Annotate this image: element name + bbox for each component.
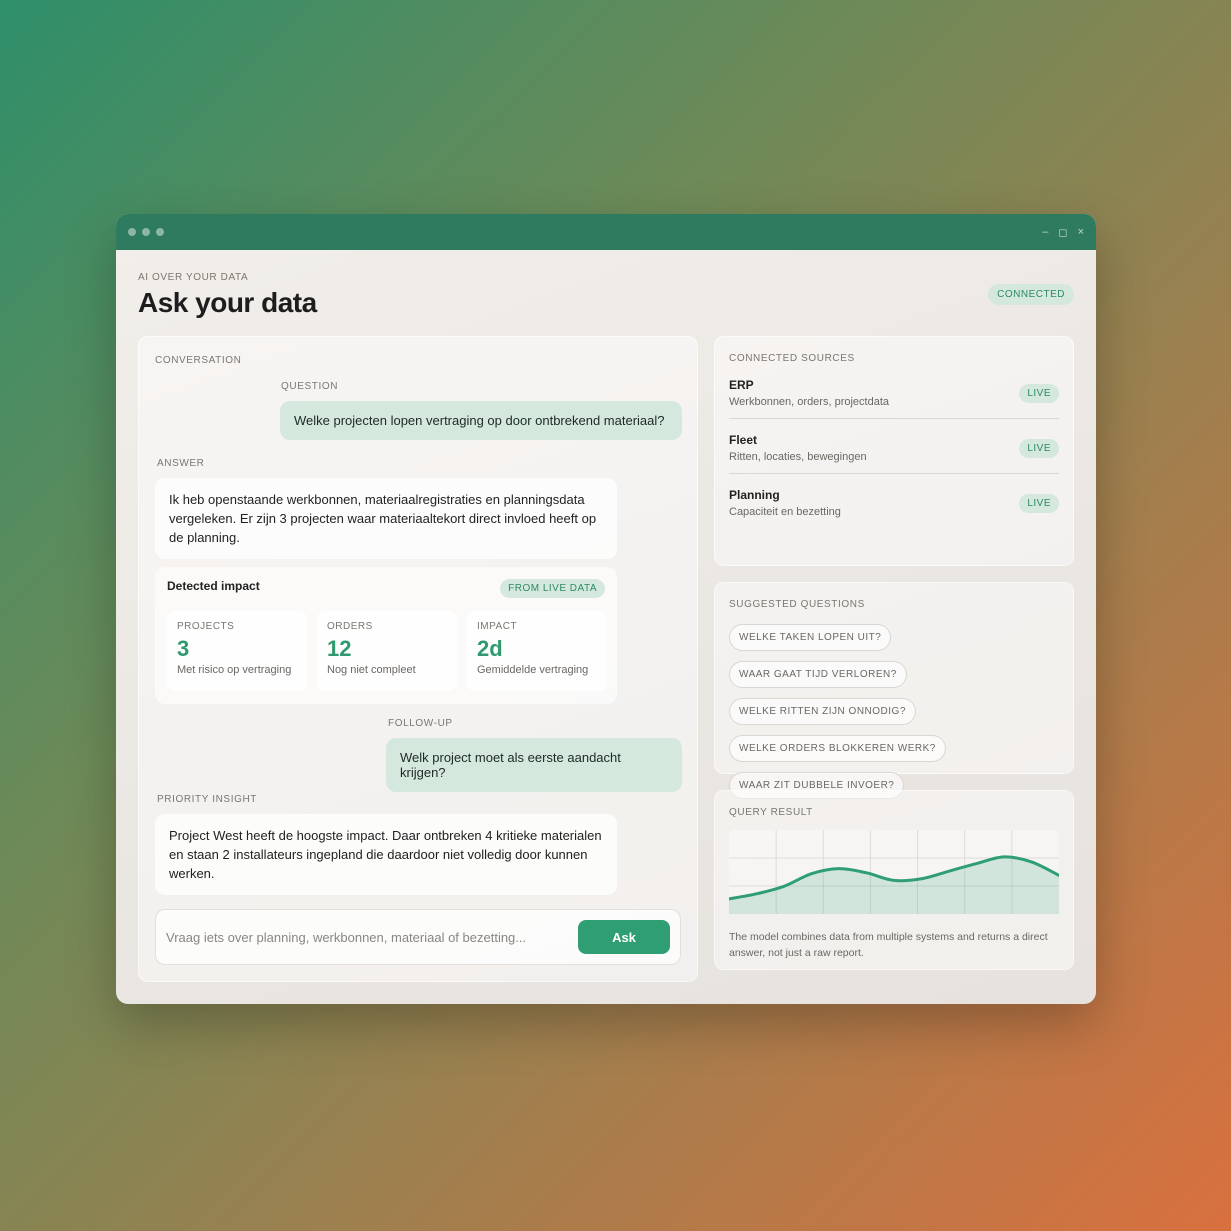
suggestions-label: SUGGESTED QUESTIONS bbox=[729, 599, 865, 610]
stat-impact: IMPACT 2d Gemiddelde vertraging bbox=[467, 611, 607, 691]
answer-bubble: Ik heb openstaande werkbonnen, materiaal… bbox=[155, 478, 617, 559]
window-controls: – ◻ × bbox=[1042, 226, 1084, 239]
maximize-icon[interactable]: ◻ bbox=[1058, 226, 1067, 239]
query-result-label: QUERY RESULT bbox=[729, 807, 813, 818]
question-label: QUESTION bbox=[281, 381, 339, 392]
source-item-planning[interactable]: Planning Capaciteit en bezetting LIVE bbox=[729, 474, 1059, 518]
live-badge: LIVE bbox=[1019, 493, 1059, 513]
insight-label: PRIORITY INSIGHT bbox=[157, 794, 257, 805]
conversation-panel: CONVERSATION QUESTION Welke projecten lo… bbox=[138, 336, 698, 982]
source-item-erp[interactable]: ERP Werkbonnen, orders, projectdata LIVE bbox=[729, 364, 1059, 419]
live-data-badge: FROM LIVE DATA bbox=[500, 579, 605, 598]
window-dot-icon[interactable] bbox=[128, 228, 136, 236]
suggestion-chip[interactable]: WAAR GAAT TIJD VERLOREN? bbox=[729, 661, 907, 688]
ask-bar: Ask bbox=[155, 909, 681, 965]
answer-label: ANSWER bbox=[157, 458, 205, 469]
suggestion-chip[interactable]: WELKE TAKEN LOPEN UIT? bbox=[729, 624, 892, 651]
window-dot-icon[interactable] bbox=[156, 228, 164, 236]
followup-bubble: Welk project moet als eerste aandacht kr… bbox=[386, 738, 682, 792]
stat-label: PROJECTS bbox=[177, 621, 235, 632]
conversation-label: CONVERSATION bbox=[155, 355, 242, 366]
suggestion-chips: WELKE TAKEN LOPEN UIT? WAAR GAAT TIJD VE… bbox=[729, 624, 1059, 799]
question-bubble: Welke projecten lopen vertraging op door… bbox=[280, 401, 682, 440]
sources-label: CONNECTED SOURCES bbox=[729, 353, 855, 364]
app-window: – ◻ × AI OVER YOUR DATA Ask your data CO… bbox=[116, 214, 1096, 1004]
stat-label: ORDERS bbox=[327, 621, 373, 632]
live-badge: LIVE bbox=[1019, 383, 1059, 403]
query-result-card: QUERY RESULT The model combines data fro… bbox=[714, 790, 1074, 970]
ask-input[interactable] bbox=[166, 929, 566, 945]
suggestion-chip[interactable]: WELKE RITTEN ZIJN ONNODIG? bbox=[729, 698, 916, 725]
sources-list: ERP Werkbonnen, orders, projectdata LIVE… bbox=[729, 364, 1059, 518]
source-desc: Ritten, locaties, bewegingen bbox=[729, 451, 867, 463]
connected-sources-card: CONNECTED SOURCES ERP Werkbonnen, orders… bbox=[714, 336, 1074, 566]
stat-sub: Met risico op vertraging bbox=[177, 664, 292, 676]
source-name: Planning bbox=[729, 488, 780, 502]
minimize-icon[interactable]: – bbox=[1042, 226, 1048, 239]
impact-card: Detected impact FROM LIVE DATA PROJECTS … bbox=[155, 567, 617, 704]
suggested-questions-card: SUGGESTED QUESTIONS WELKE TAKEN LOPEN UI… bbox=[714, 582, 1074, 799]
query-result-note: The model combines data from multiple sy… bbox=[729, 931, 1048, 959]
stat-label: IMPACT bbox=[477, 621, 518, 632]
impact-stats: PROJECTS 3 Met risico op vertraging ORDE… bbox=[167, 611, 607, 691]
source-name: Fleet bbox=[729, 433, 758, 447]
stat-orders: ORDERS 12 Nog niet compleet bbox=[317, 611, 457, 691]
page-title: Ask your data bbox=[138, 287, 317, 318]
query-result-chart bbox=[727, 830, 1061, 919]
source-desc: Werkbonnen, orders, projectdata bbox=[729, 396, 889, 408]
stat-sub: Gemiddelde vertraging bbox=[477, 664, 589, 676]
page-header: AI OVER YOUR DATA Ask your data bbox=[138, 272, 317, 319]
source-item-fleet[interactable]: Fleet Ritten, locaties, bewegingen LIVE bbox=[729, 419, 1059, 474]
window-dot-icon[interactable] bbox=[142, 228, 150, 236]
window-dots bbox=[128, 228, 164, 236]
followup-label: FOLLOW-UP bbox=[388, 718, 453, 729]
area-chart-svg bbox=[727, 830, 1061, 914]
live-badge: LIVE bbox=[1019, 438, 1059, 458]
connection-status-badge: CONNECTED bbox=[988, 284, 1074, 305]
stat-value: 12 bbox=[327, 636, 352, 661]
source-desc: Capaciteit en bezetting bbox=[729, 506, 841, 518]
title-bar: – ◻ × bbox=[116, 214, 1096, 250]
stat-value: 2d bbox=[477, 636, 503, 661]
source-name: ERP bbox=[729, 378, 754, 392]
page-eyebrow: AI OVER YOUR DATA bbox=[138, 272, 249, 283]
stat-value: 3 bbox=[177, 636, 190, 661]
close-icon[interactable]: × bbox=[1078, 226, 1084, 239]
stat-sub: Nog niet compleet bbox=[327, 664, 416, 676]
ask-button[interactable]: Ask bbox=[578, 920, 670, 954]
stat-projects: PROJECTS 3 Met risico op vertraging bbox=[167, 611, 307, 691]
suggestion-chip[interactable]: WELKE ORDERS BLOKKEREN WERK? bbox=[729, 735, 946, 762]
insight-bubble: Project West heeft de hoogste impact. Da… bbox=[155, 814, 617, 895]
